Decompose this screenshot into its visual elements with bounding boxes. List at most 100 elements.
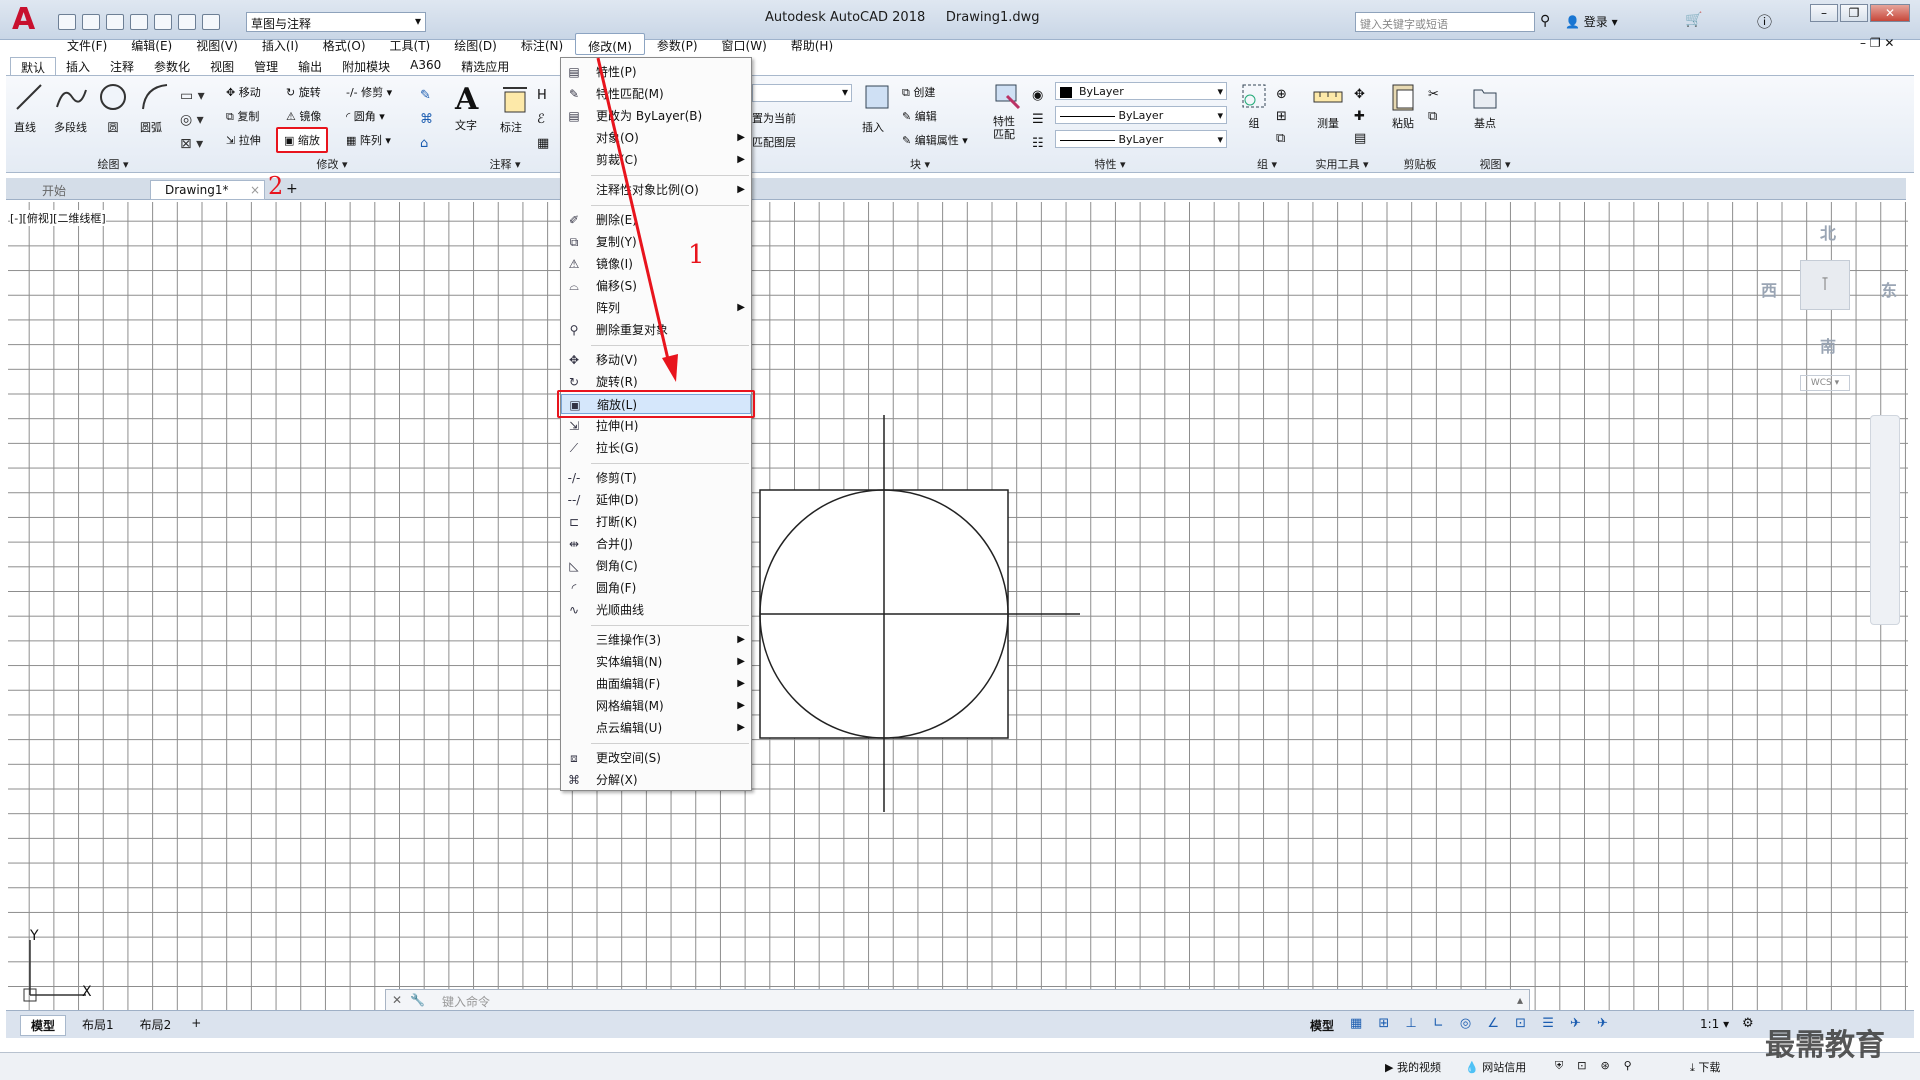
close-tab-icon[interactable]: × — [250, 183, 260, 197]
tab-model[interactable]: 模型 — [20, 1015, 67, 1036]
menu-item-blend[interactable]: ∿ 光顺曲线 — [561, 600, 751, 620]
menu-help[interactable]: 帮助(H) — [779, 33, 845, 55]
menu-item-break[interactable]: ⊏ 打断(K) — [561, 512, 751, 532]
tab-start[interactable]: 开始 — [28, 180, 80, 200]
model-space-button[interactable]: 模型 — [1310, 1017, 1334, 1034]
viewcube-west[interactable]: 西 — [1761, 277, 1777, 301]
move-button[interactable]: ✥ 移动 — [226, 84, 261, 100]
rotate-button[interactable]: ↻ 旋转 — [286, 84, 321, 100]
tab-insert[interactable]: 插入 — [56, 57, 100, 75]
menu-item-lengthen[interactable]: ⟋ 拉长(G) — [561, 438, 751, 458]
tab-layout1[interactable]: 布局1 — [72, 1015, 124, 1036]
menu-draw[interactable]: 绘图(D) — [442, 33, 509, 55]
add-layout-icon[interactable]: + — [187, 1015, 205, 1036]
settings-gear-icon[interactable]: ⚙ — [1742, 1016, 1754, 1031]
base-view-tool[interactable]: 基点 — [1470, 82, 1500, 131]
dimension-tool[interactable]: 标注 — [500, 82, 530, 135]
menu-item-extend[interactable]: --/ 延伸(D) — [561, 490, 751, 510]
lineweight-dropdown[interactable]: ByLayer ▾ — [1055, 130, 1227, 148]
doc-window-controls[interactable]: – ❐ ✕ — [1860, 36, 1894, 50]
insert-block-tool[interactable]: 插入 — [862, 82, 892, 135]
command-history-icon[interactable]: ▴ — [1517, 993, 1523, 1007]
search-input[interactable]: 键入关键字或短语 — [1355, 12, 1535, 32]
close-cmd-icon[interactable]: ✕ — [392, 993, 402, 1007]
tab-a360[interactable]: A360 — [400, 57, 451, 75]
tab-parametric[interactable]: 参数化 — [144, 57, 200, 75]
color-dropdown[interactable]: ByLayer ▾ — [1055, 82, 1227, 100]
command-line[interactable]: ✕ 🔧 键入命令 ▴ — [385, 989, 1530, 1011]
wcs-dropdown[interactable]: WCS ▾ — [1800, 375, 1850, 391]
menu-edit[interactable]: 编辑(E) — [119, 33, 184, 55]
clipboard-panel-label[interactable]: 剪贴板 — [1384, 156, 1456, 172]
line-tool[interactable]: 直线 — [14, 82, 44, 135]
tab-default[interactable]: 默认 — [10, 57, 57, 75]
annotation-scale[interactable]: 1:1 ▾ — [1700, 1017, 1729, 1031]
print-icon[interactable] — [154, 14, 172, 30]
copy-button[interactable]: ⧉ 复制 — [226, 108, 259, 124]
properties-panel-label[interactable]: 特性 ▾ — [990, 156, 1230, 172]
command-input[interactable]: 键入命令 — [442, 993, 490, 1010]
tab-layout2[interactable]: 布局2 — [130, 1015, 182, 1036]
maximize-button[interactable]: ❐ — [1840, 4, 1868, 22]
menu-dimension[interactable]: 标注(N) — [509, 33, 575, 55]
site-credit-link[interactable]: 💧 网站信用 — [1465, 1059, 1526, 1075]
navigation-bar[interactable] — [1870, 415, 1900, 625]
measure-tool[interactable]: 测量 — [1312, 82, 1344, 131]
circle-tool[interactable]: 圆 — [98, 82, 128, 135]
workspace-dropdown[interactable]: 草图与注释 ▾ — [246, 12, 426, 32]
download-link[interactable]: ⤓ 下载 — [1690, 1059, 1720, 1075]
trim-button[interactable]: -/- 修剪 ▾ — [346, 84, 392, 100]
tray-icons[interactable]: ⛨⊡⊛⚲ — [1555, 1059, 1646, 1073]
edit-block-button[interactable]: ✎ 编辑 — [902, 108, 937, 124]
array-button[interactable]: ▦ 阵列 ▾ — [346, 132, 391, 148]
layer-dropdown[interactable]: ▾ — [752, 84, 852, 102]
login-button[interactable]: 👤 登录 ▾ — [1565, 13, 1618, 30]
viewcube-top-face[interactable]: ⊺ — [1800, 260, 1850, 310]
paste-tool[interactable]: 粘贴 — [1388, 82, 1418, 131]
save-icon[interactable] — [106, 14, 124, 30]
menu-view[interactable]: 视图(V) — [184, 33, 250, 55]
menu-item-submenu-30[interactable]: 实体编辑(N) ▶ — [561, 652, 751, 672]
draw-small-tools[interactable]: ▭ ▾ ◎ ▾ ⊠ ▾ — [180, 84, 205, 156]
viewcube[interactable]: 北 西 东 南 ⊺ WCS ▾ — [1755, 215, 1905, 395]
new-tab-icon[interactable]: + — [286, 181, 298, 197]
new-icon[interactable] — [58, 14, 76, 30]
scale-button[interactable]: ▣ 缩放 — [276, 127, 328, 153]
tab-output[interactable]: 输出 — [288, 57, 332, 75]
customize-cmd-icon[interactable]: 🔧 — [410, 993, 425, 1007]
viewcube-north[interactable]: 北 — [1820, 220, 1836, 244]
block-panel-label[interactable]: 块 ▾ — [860, 156, 980, 172]
annotation-extra-icons[interactable]: H ℰ ▦ — [537, 84, 549, 156]
menu-item-explode[interactable]: ⌘ 分解(X) — [561, 770, 751, 790]
menu-item-stretch[interactable]: ⇲ 拉伸(H) — [561, 416, 751, 436]
menu-item-submenu-31[interactable]: 曲面编辑(F) ▶ — [561, 674, 751, 694]
tab-view[interactable]: 视图 — [200, 57, 244, 75]
stretch-button[interactable]: ⇲ 拉伸 — [226, 132, 261, 148]
utilities-panel-label[interactable]: 实用工具 ▾ — [1304, 156, 1380, 172]
save-as-icon[interactable] — [130, 14, 148, 30]
set-current-layer-button[interactable]: 置为当前 — [752, 110, 796, 126]
viewcube-south[interactable]: 南 — [1820, 333, 1836, 357]
tab-manage[interactable]: 管理 — [244, 57, 288, 75]
menu-item-chamfer[interactable]: ◺ 倒角(C) — [561, 556, 751, 576]
menu-file[interactable]: 文件(F) — [55, 33, 119, 55]
create-block-button[interactable]: ⧉ 创建 — [902, 84, 935, 100]
menu-tools[interactable]: 工具(T) — [378, 33, 443, 55]
view-panel-label[interactable]: 视图 ▾ — [1460, 156, 1530, 172]
menu-item-trim[interactable]: -/- 修剪(T) — [561, 468, 751, 488]
linetype-dropdown[interactable]: ByLayer ▾ — [1055, 106, 1227, 124]
menu-insert[interactable]: 插入(I) — [250, 33, 311, 55]
utilities-small-icons[interactable]: ✥ ✚ ▤ — [1354, 84, 1366, 150]
application-menu-button[interactable]: A — [6, 2, 48, 40]
undo-icon[interactable] — [178, 14, 196, 30]
tab-addins[interactable]: 附加模块 — [332, 57, 400, 75]
modify-extra-icons[interactable]: ✎ ⌘ ⌂ — [420, 84, 433, 156]
cart-icon[interactable]: 🛒 — [1685, 12, 1702, 28]
redo-icon[interactable] — [202, 14, 220, 30]
arc-tool[interactable]: 圆弧 — [140, 82, 170, 135]
mirror-button[interactable]: ⚠ 镜像 — [286, 108, 321, 124]
minimize-button[interactable]: – — [1810, 4, 1838, 22]
menu-item-submenu-32[interactable]: 网格编辑(M) ▶ — [561, 696, 751, 716]
polyline-tool[interactable]: 多段线 — [54, 82, 88, 135]
modify-panel-label[interactable]: 修改 ▾ — [222, 156, 442, 172]
